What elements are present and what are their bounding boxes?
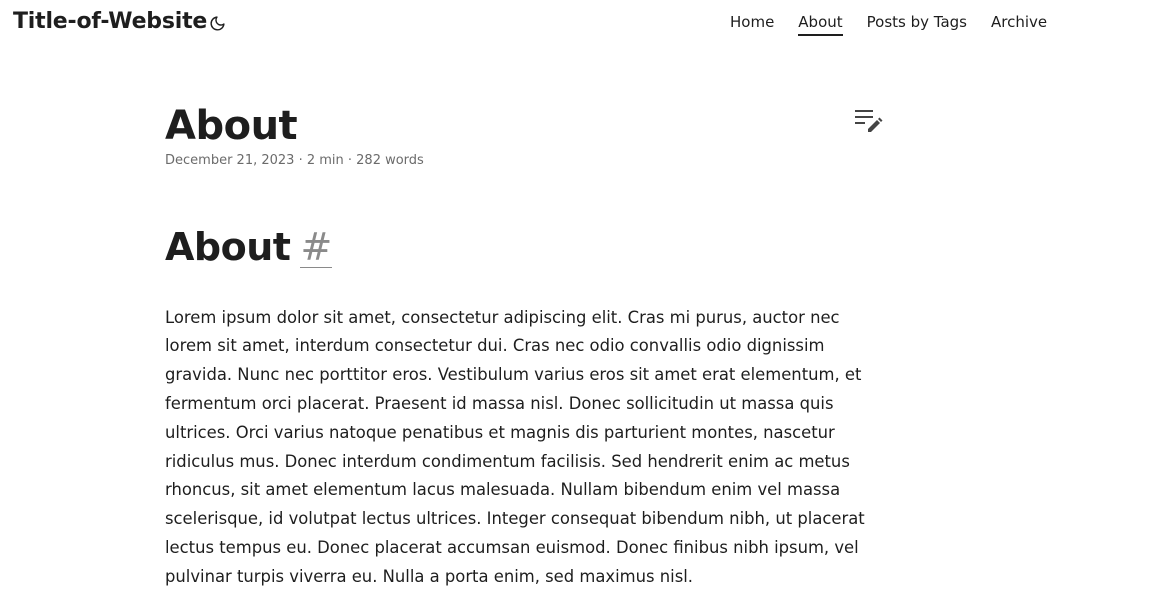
main-nav: Home About Posts by Tags Archive — [730, 12, 1071, 36]
heading-anchor-link[interactable]: # — [300, 227, 332, 268]
edit-post-icon[interactable] — [853, 107, 885, 139]
moon-icon[interactable] — [206, 12, 228, 34]
page-title: About — [165, 103, 298, 149]
content-heading-text: About — [165, 225, 291, 269]
post-body-paragraph: Lorem ipsum dolor sit amet, consectetur … — [165, 307, 865, 586]
nav-item-archive[interactable]: Archive — [991, 12, 1047, 36]
post-main: About December 21, 2023 · 2 min · 282 wo… — [165, 100, 885, 608]
nav-item-about[interactable]: About — [798, 12, 843, 36]
post-meta: December 21, 2023 · 2 min · 282 words — [165, 153, 424, 168]
nav-item-home[interactable]: Home — [730, 12, 774, 36]
content-heading: About # — [165, 222, 885, 272]
site-title-link[interactable]: Title-of-Website — [13, 6, 207, 38]
nav-item-posts-by-tags[interactable]: Posts by Tags — [867, 12, 967, 36]
site-header: Title-of-Website Home About Posts by Tag… — [0, 0, 1153, 46]
